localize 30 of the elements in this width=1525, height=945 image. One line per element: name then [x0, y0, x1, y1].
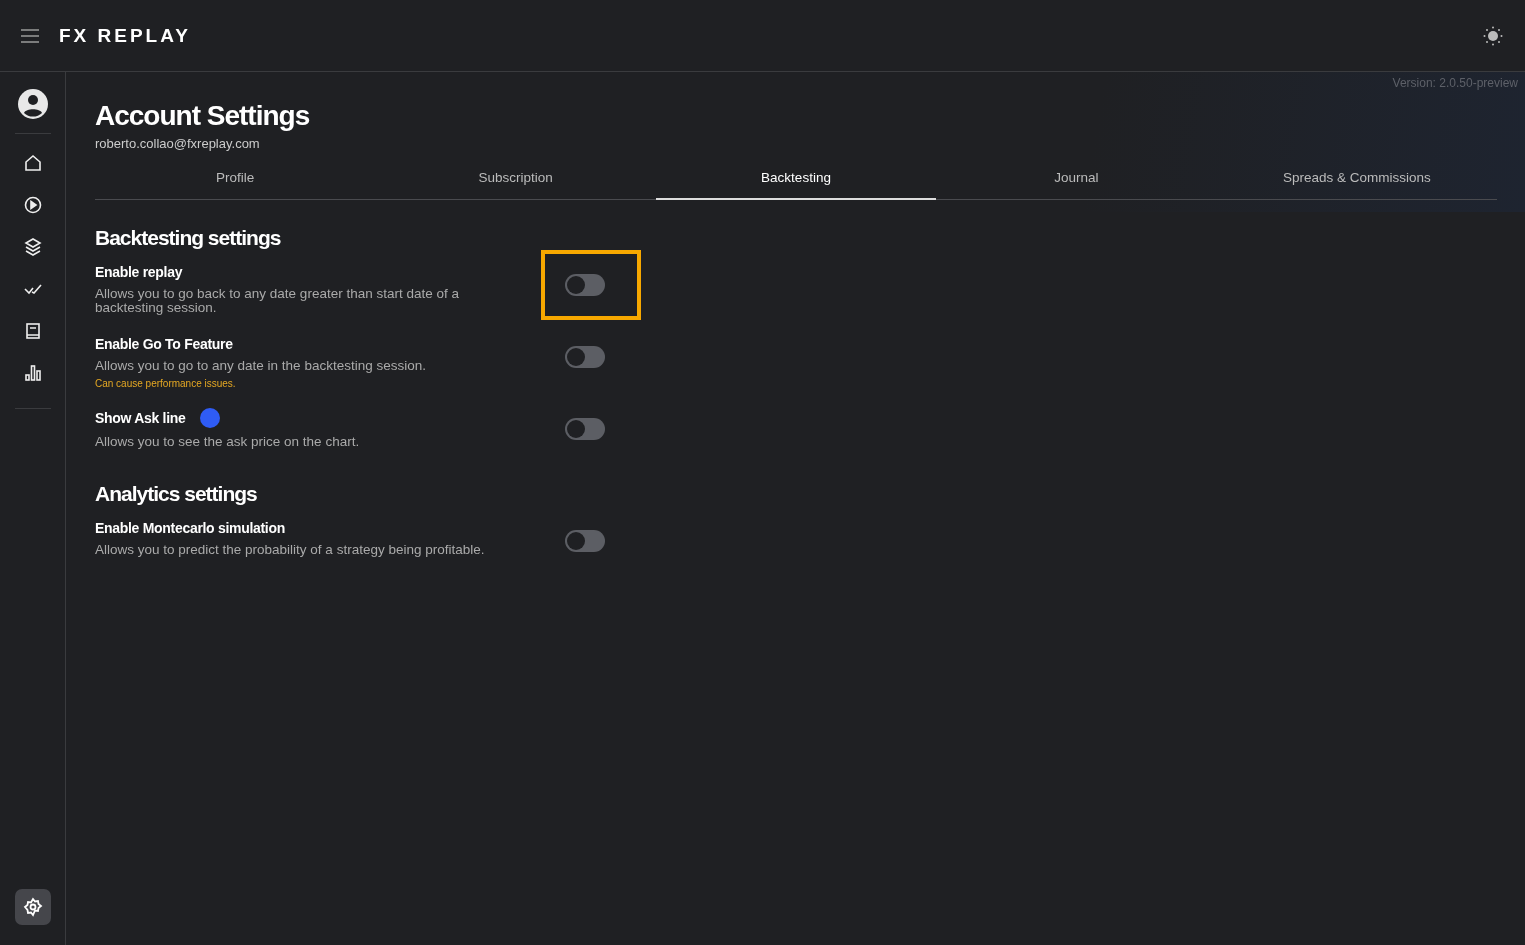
toggle-switch[interactable]: [565, 530, 605, 552]
setting-label: Enable Go To Feature: [95, 336, 233, 352]
section-heading: Analytics settings: [95, 482, 258, 506]
account-email: roberto.collao@fxreplay.com: [95, 136, 261, 151]
logo: FX REPLAY: [59, 24, 191, 47]
toggle-switch[interactable]: [565, 346, 605, 368]
setting-description: Allows you to predict the probability of a strategy being profitable.: [95, 543, 486, 557]
tab[interactable]: Subscription: [375, 163, 656, 199]
warning-text: Can cause performance issues.: [95, 378, 237, 389]
setting-description: Allows you to go back to any date greater than start date of a backtesting session.: [95, 287, 460, 315]
color-swatch[interactable]: [199, 408, 220, 428]
tab[interactable]: Profile: [95, 163, 376, 199]
version-label: Version: 2.0.50-preview: [1392, 76, 1518, 90]
gear-icon: [22, 897, 43, 917]
setting-label: Enable Montecarlo simulation: [95, 520, 285, 536]
toggle-switch[interactable]: [565, 418, 605, 440]
sun-icon[interactable]: [1483, 25, 1503, 46]
tab[interactable]: Spreads & Commissions: [1216, 163, 1498, 199]
tab[interactable]: Journal: [936, 163, 1217, 199]
setting-label: Show Ask line: [95, 410, 186, 426]
setting-description: Allows you to see the ask price on the chart.: [95, 435, 361, 449]
setting-description: Allows you to go to any date in the backtesting session.: [95, 359, 427, 373]
section-heading: Backtesting settings: [95, 226, 282, 250]
settings-button[interactable]: [14, 889, 51, 925]
menu-icon[interactable]: [21, 28, 39, 43]
toggle-switch[interactable]: [565, 274, 605, 296]
setting-label: Enable replay: [95, 264, 183, 280]
user-avatar-icon[interactable]: [17, 89, 48, 119]
page-title: Account Settings: [95, 100, 311, 132]
tab[interactable]: Backtesting: [655, 163, 937, 200]
